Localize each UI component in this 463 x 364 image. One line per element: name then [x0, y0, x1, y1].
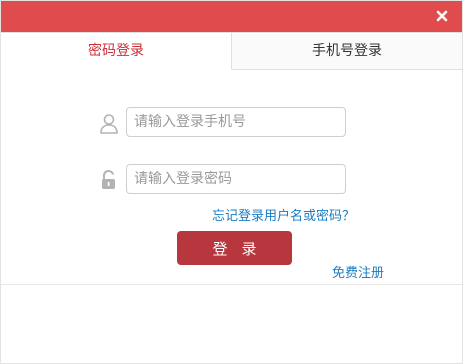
forgot-credentials-link[interactable]: 忘记登录用户名或密码？: [212, 205, 355, 224]
password-input[interactable]: [126, 164, 346, 194]
user-icon: [99, 113, 119, 135]
tab-phone-login[interactable]: 手机号登录: [232, 32, 462, 70]
login-dialog: 密码登录 手机号登录 忘记登录用户名或密码？ 登录 免费注册: [0, 0, 463, 364]
login-tabs: 密码登录 手机号登录: [1, 32, 462, 70]
login-button[interactable]: 登录: [177, 231, 292, 265]
footer-divider: [1, 284, 462, 285]
phone-input[interactable]: [126, 107, 346, 137]
lock-icon: [99, 169, 119, 191]
close-icon[interactable]: [434, 8, 450, 24]
free-register-link[interactable]: 免费注册: [332, 262, 384, 281]
dialog-titlebar: [1, 1, 462, 32]
tab-password-login[interactable]: 密码登录: [1, 32, 232, 70]
